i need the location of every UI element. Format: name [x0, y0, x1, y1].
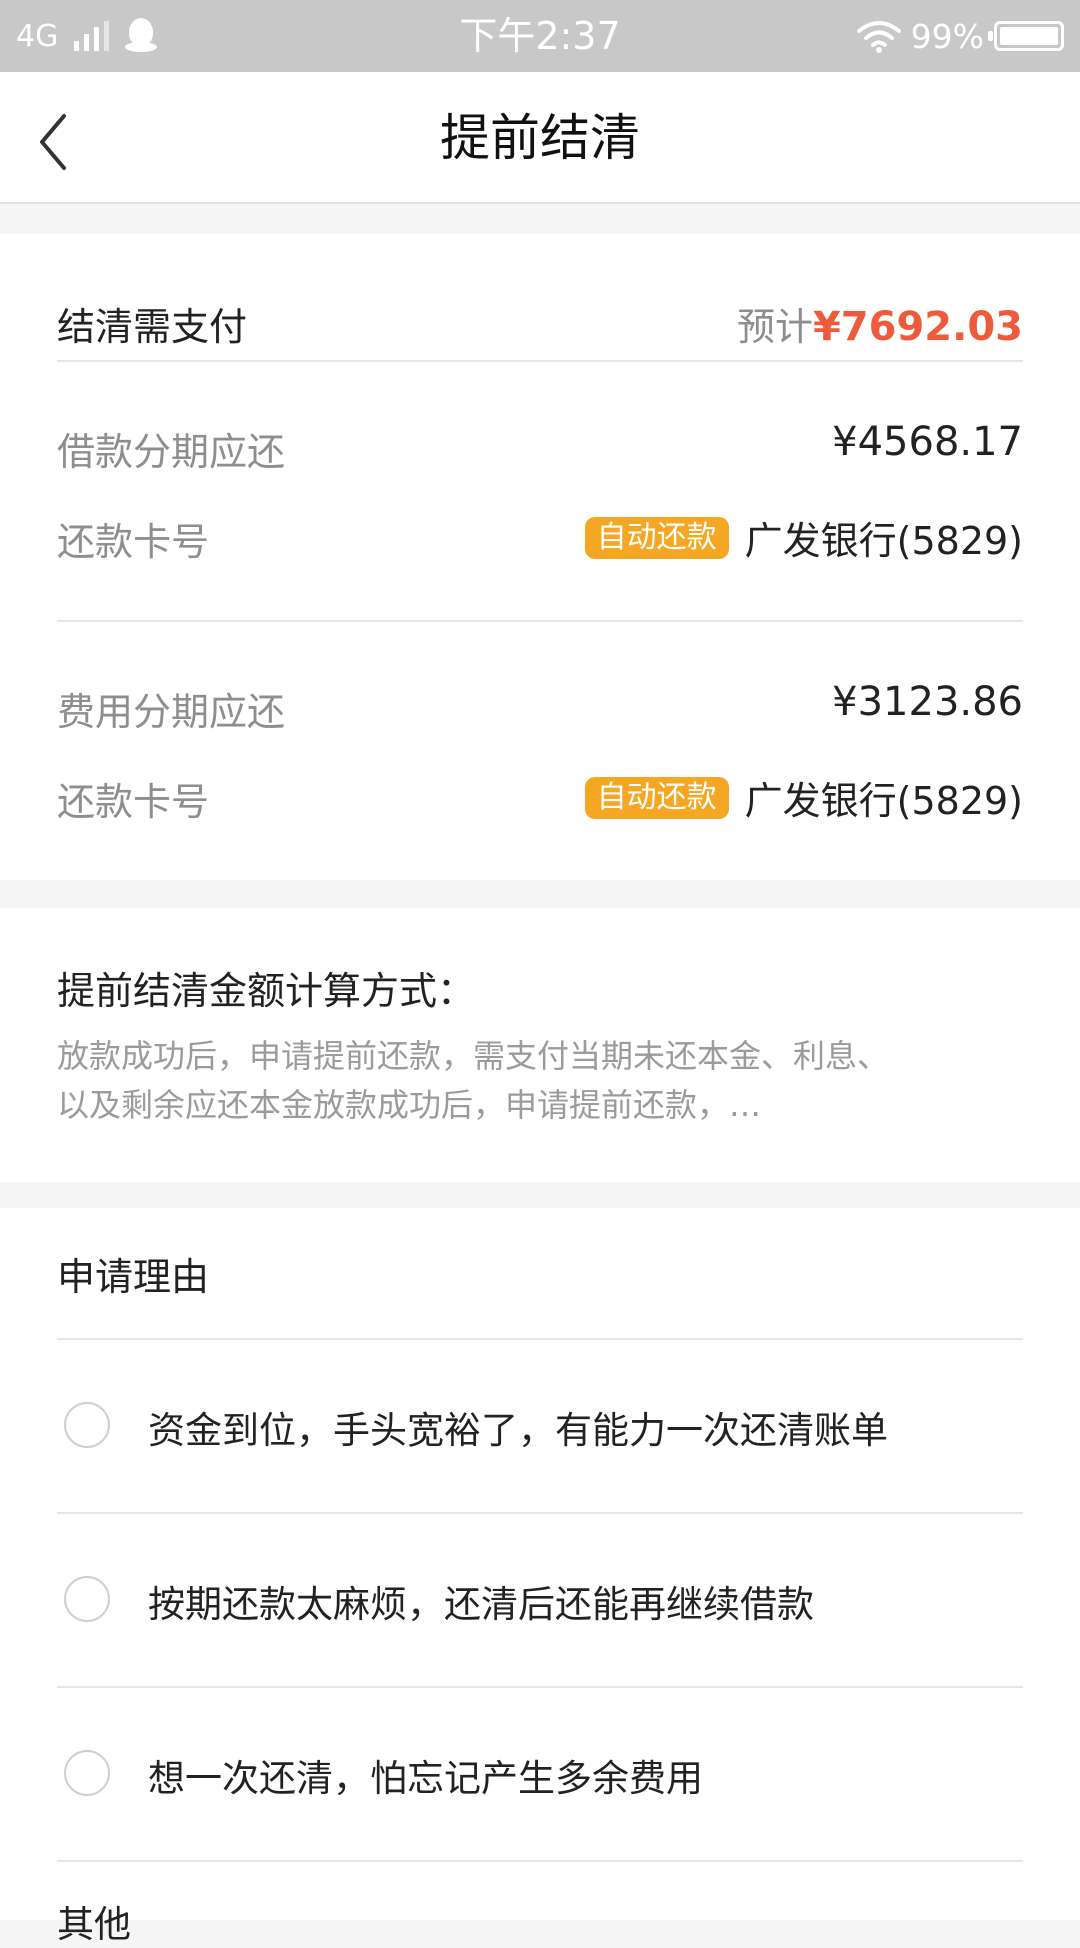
- reasons-card: 申请理由 资金到位，手头宽裕了，有能力一次还清账单 按期还款太麻烦，还清后还能再…: [0, 1208, 1080, 1946]
- nav-bar: 提前结清: [0, 72, 1080, 204]
- battery-level: 99%: [910, 16, 984, 56]
- reason-other[interactable]: 其他: [57, 1894, 131, 1948]
- divider: [57, 1686, 1023, 1688]
- loan-card-row: 自动还款 广发银行(5829): [584, 510, 1023, 565]
- auto-repay-badge: 自动还款: [584, 776, 729, 819]
- reason-radio[interactable]: [64, 1576, 110, 1622]
- fee-installment-label: 费用分期应还: [57, 690, 286, 734]
- reason-option[interactable]: 按期还款太麻烦，还清后还能再继续借款: [148, 1574, 814, 1628]
- payment-summary-card: 结清需支付 预计¥7692.03 借款分期应还 ¥4568.17 还款卡号 自动…: [0, 234, 1080, 880]
- loan-installment-amount: ¥4568.17: [832, 419, 1023, 465]
- battery-icon: [988, 21, 1064, 51]
- divider: [57, 1860, 1023, 1862]
- settle-amount-label: 结清需支付: [57, 305, 248, 349]
- wifi-icon: [856, 21, 901, 53]
- calc-method-description: 放款成功后，申请提前还款，需支付当期未还本金、利息、以及剩余应还本金放款成功后，…: [57, 1037, 890, 1124]
- loan-installment-label: 借款分期应还: [57, 430, 286, 474]
- reason-option[interactable]: 资金到位，手头宽裕了，有能力一次还清账单: [148, 1400, 888, 1454]
- divider: [57, 1512, 1023, 1514]
- divider: [57, 1338, 1023, 1340]
- fee-installment-amount: ¥3123.86: [832, 679, 1023, 725]
- calc-method-card[interactable]: 提前结清金额计算方式： 放款成功后，申请提前还款，需支付当期未还本金、利息、以及…: [0, 908, 1080, 1182]
- estimate: 预计¥7692.03: [737, 296, 1023, 351]
- estimate-value: ¥7692.03: [812, 304, 1023, 350]
- reason-option[interactable]: 想一次还清，怕忘记产生多余费用: [148, 1748, 703, 1802]
- status-right: 99%: [856, 0, 1064, 72]
- calc-method-title: 提前结清金额计算方式：: [57, 969, 476, 1013]
- divider: [57, 620, 1023, 622]
- reason-radio[interactable]: [64, 1750, 110, 1796]
- divider: [57, 360, 1023, 362]
- status-bar: 4G 下午2:37 99%: [0, 0, 1080, 72]
- bank-card: 广发银行(5829): [744, 779, 1023, 823]
- estimate-label: 预计: [736, 305, 813, 349]
- auto-repay-badge: 自动还款: [584, 516, 729, 559]
- reason-radio[interactable]: [64, 1402, 110, 1448]
- fee-card-label: 还款卡号: [57, 780, 210, 824]
- loan-card-label: 还款卡号: [57, 520, 210, 564]
- fee-card-row: 自动还款 广发银行(5829): [584, 770, 1023, 825]
- page-title: 提前结清: [440, 109, 640, 167]
- reasons-title: 申请理由: [57, 1255, 210, 1299]
- bank-card: 广发银行(5829): [744, 519, 1023, 563]
